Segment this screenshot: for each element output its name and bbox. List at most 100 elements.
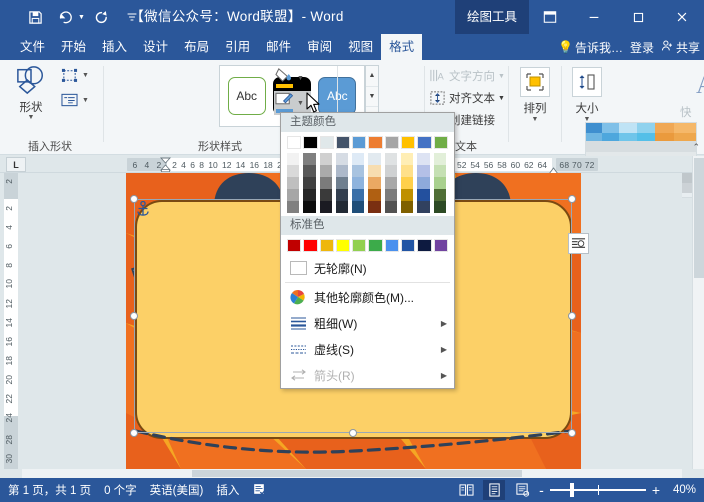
tab-view[interactable]: 视图: [340, 34, 381, 60]
arrange-dropdown-icon[interactable]: ▼: [513, 116, 557, 123]
theme-colors-swatches[interactable]: [281, 132, 454, 216]
theme-color-indigo[interactable]: [417, 136, 432, 149]
proofing-icon[interactable]: [252, 482, 266, 499]
standard-colors-swatches[interactable]: [281, 235, 454, 255]
standard-color-row[interactable]: [287, 239, 448, 252]
vertical-scrollbar[interactable]: [692, 156, 704, 469]
shape-outline-dropdown-icon[interactable]: ▼: [297, 100, 304, 107]
tab-mailings[interactable]: 邮件: [258, 34, 299, 60]
text-box-button[interactable]: ▼: [60, 92, 89, 108]
tab-review[interactable]: 审阅: [299, 34, 340, 60]
theme-color-blue[interactable]: [352, 136, 367, 149]
theme-color-light-gray[interactable]: [319, 136, 334, 149]
theme-variant-rows[interactable]: [287, 153, 448, 213]
standard-color-dark-blue[interactable]: [417, 239, 432, 252]
theme-variant-column[interactable]: [384, 153, 398, 213]
shape-fill-dropdown-icon[interactable]: ▼: [297, 75, 304, 82]
tell-me-button[interactable]: 💡 告诉我…: [558, 39, 623, 56]
theme-variant-column[interactable]: [352, 153, 365, 213]
theme-variant-column[interactable]: [335, 153, 349, 213]
theme-base-color-row[interactable]: [287, 136, 448, 149]
view-web-layout-button[interactable]: [511, 480, 533, 500]
layout-options-button[interactable]: [568, 233, 589, 254]
shapes-button[interactable]: 形状 ▼: [6, 65, 56, 121]
tab-insert[interactable]: 插入: [94, 34, 135, 60]
minimize-icon[interactable]: [572, 0, 616, 34]
word-count[interactable]: 0 个字: [104, 482, 137, 498]
vertical-scrollbar-thumb[interactable]: [694, 158, 704, 278]
standard-color-green[interactable]: [368, 239, 383, 252]
selection-handle-e[interactable]: [568, 312, 576, 320]
zoom-out-button[interactable]: -: [539, 483, 544, 497]
text-box-dropdown-icon[interactable]: ▼: [82, 97, 89, 104]
standard-color-light-blue[interactable]: [384, 239, 400, 252]
menu-item-more-outline-colors[interactable]: 其他轮廓颜色(M)...: [281, 284, 454, 310]
standard-color-orange[interactable]: [319, 239, 334, 252]
theme-variant-column[interactable]: [433, 153, 446, 213]
theme-variant-column[interactable]: [417, 153, 430, 213]
signin-button[interactable]: 登录: [630, 39, 654, 56]
zoom-in-button[interactable]: +: [652, 483, 660, 497]
tab-layout[interactable]: 布局: [176, 34, 217, 60]
standard-color-red[interactable]: [303, 239, 318, 252]
theme-variant-column[interactable]: [303, 153, 316, 213]
horizontal-scrollbar-thumb[interactable]: [192, 470, 522, 477]
edit-shape-dropdown-icon[interactable]: ▼: [82, 72, 89, 79]
theme-color-black[interactable]: [303, 136, 318, 149]
theme-color-gray[interactable]: [384, 136, 400, 149]
language-indicator[interactable]: 英语(美国): [150, 482, 204, 498]
size-button[interactable]: 大小 ▼: [565, 67, 609, 123]
standard-color-blue[interactable]: [401, 239, 416, 252]
shape-fill-button[interactable]: ▼: [274, 65, 308, 91]
tab-design[interactable]: 设计: [135, 34, 176, 60]
close-icon[interactable]: [660, 0, 704, 34]
theme-variant-column[interactable]: [319, 153, 332, 213]
selection-handle-w[interactable]: [130, 312, 138, 320]
vertical-ruler[interactable]: 2 2 4 6 8 10 12 14 16 18 20 22 24 28 30: [0, 173, 22, 469]
align-text-button[interactable]: 对齐文本 ▼: [429, 90, 505, 106]
text-direction-dropdown-icon[interactable]: ▼: [498, 73, 505, 80]
share-button[interactable]: 共享: [661, 39, 700, 56]
zoom-slider[interactable]: [549, 480, 646, 500]
standard-color-yellow[interactable]: [335, 239, 351, 252]
wordart-big-icon[interactable]: A: [695, 68, 704, 102]
text-direction-button[interactable]: A 文字方向 ▼: [429, 68, 505, 84]
shape-style-thumb-1[interactable]: Abc: [227, 77, 266, 115]
selection-handle-se[interactable]: [568, 429, 576, 437]
menu-item-dashes[interactable]: 虚线(S) ▶: [281, 336, 454, 362]
horizontal-scrollbar[interactable]: [22, 469, 682, 478]
standard-color-dark-red[interactable]: [287, 239, 302, 252]
align-text-dropdown-icon[interactable]: ▼: [498, 95, 505, 102]
selection-handle-ne[interactable]: [568, 195, 576, 203]
standard-color-light-green[interactable]: [352, 239, 367, 252]
view-read-mode-button[interactable]: [455, 480, 477, 500]
selection-handle-sw[interactable]: [130, 429, 138, 437]
ribbon-display-options-icon[interactable]: [528, 0, 572, 34]
theme-color-white[interactable]: [287, 136, 302, 149]
collapse-ribbon-icon[interactable]: ⌃: [692, 142, 700, 153]
theme-variant-column[interactable]: [368, 153, 381, 213]
menu-item-no-outline[interactable]: 无轮廓(N): [281, 255, 454, 281]
tab-home[interactable]: 开始: [53, 34, 94, 60]
theme-color-green[interactable]: [433, 136, 448, 149]
view-print-layout-button[interactable]: [483, 480, 506, 500]
maximize-icon[interactable]: [616, 0, 660, 34]
theme-color-gold[interactable]: [401, 136, 416, 149]
theme-variant-column[interactable]: [287, 153, 300, 213]
tab-references[interactable]: 引用: [217, 34, 258, 60]
insert-mode[interactable]: 插入: [216, 482, 239, 498]
zoom-level-label[interactable]: 40%: [666, 484, 696, 496]
zoom-slider-thumb[interactable]: [569, 483, 574, 497]
tab-format[interactable]: 格式: [381, 34, 423, 60]
page-info[interactable]: 第 1 页，共 1 页: [8, 482, 91, 498]
tab-file[interactable]: 文件: [12, 34, 53, 60]
standard-color-purple[interactable]: [433, 239, 448, 252]
theme-color-orange[interactable]: [368, 136, 383, 149]
shapes-dropdown-icon[interactable]: ▼: [6, 114, 56, 121]
tab-stop-selector[interactable]: L: [6, 157, 26, 172]
theme-color-dark-blue[interactable]: [335, 136, 351, 149]
theme-variant-column[interactable]: [401, 153, 414, 213]
arrange-button[interactable]: 排列 ▼: [513, 67, 557, 123]
edit-shape-button[interactable]: ▼: [60, 67, 89, 84]
menu-item-weight[interactable]: 粗细(W) ▶: [281, 310, 454, 336]
